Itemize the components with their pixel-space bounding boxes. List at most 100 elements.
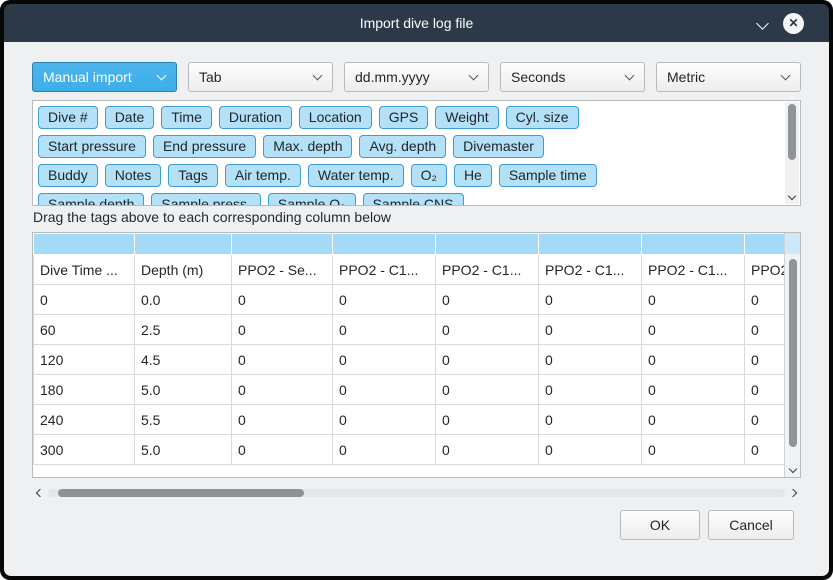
scroll-down-arrow-icon[interactable] <box>788 192 796 200</box>
combobox-value: dd.mm.yyyy <box>355 63 430 91</box>
import-source-combobox[interactable]: Manual import <box>32 62 177 92</box>
drag-tag[interactable]: Buddy <box>38 164 98 187</box>
table-cell: 0 <box>539 405 642 435</box>
drag-tag[interactable]: O₂ <box>411 164 447 187</box>
drag-tag[interactable]: Duration <box>219 106 292 129</box>
duration-format-combobox[interactable]: Seconds <box>500 62 645 92</box>
tag-row: Sample depth Sample press. Sample O₂ Sample… <box>38 193 781 205</box>
column-header: PPO2 - C1... <box>745 255 786 285</box>
drag-tag[interactable]: Max. depth <box>263 135 352 158</box>
table-cell: 0 <box>745 405 786 435</box>
scroll-right-arrow-icon[interactable] <box>789 489 797 497</box>
table-cell: 0 <box>539 435 642 465</box>
table-cell: 0 <box>745 375 786 405</box>
combobox-value: Metric <box>667 63 705 91</box>
table-vertical-scrollbar[interactable] <box>784 233 800 477</box>
scroll-down-arrow-icon[interactable] <box>789 465 797 473</box>
drag-tag[interactable]: He <box>454 164 492 187</box>
table-cell: 0 <box>436 285 539 315</box>
combobox-value: Tab <box>199 63 222 91</box>
drag-tag[interactable]: Sample O₂ <box>268 193 356 205</box>
table-cell: 0 <box>745 435 786 465</box>
tag-row: Start pressure End pressure Max. depth Avg.… <box>38 135 781 164</box>
scrollbar-thumb[interactable] <box>788 104 796 160</box>
column-drop-target[interactable] <box>333 234 436 255</box>
drag-tag[interactable]: Air temp. <box>225 164 301 187</box>
column-drop-target[interactable] <box>539 234 642 255</box>
header-row: Dive Time ...Depth (m)PPO2 - Se...PPO2 -… <box>34 255 786 285</box>
table-cell: 0.0 <box>135 285 232 315</box>
drag-tag[interactable]: Sample CNS <box>363 193 464 205</box>
scrollbar-thumb[interactable] <box>789 259 797 447</box>
table-cell: 0 <box>642 315 745 345</box>
date-format-combobox[interactable]: dd.mm.yyyy <box>344 62 489 92</box>
titlebar[interactable]: Import dive log file ✕ <box>4 4 829 42</box>
table-cell: 0 <box>436 405 539 435</box>
table-cell: 0 <box>745 285 786 315</box>
column-drop-target[interactable] <box>135 234 232 255</box>
tag-pool-rows: Dive # Date Time Duration Location GPS Weight C… <box>38 106 781 205</box>
table-cell: 120 <box>34 345 135 375</box>
table-cell: 0 <box>642 375 745 405</box>
drag-tag[interactable]: Date <box>105 106 155 129</box>
drag-tag[interactable]: Notes <box>105 164 162 187</box>
scroll-left-arrow-icon[interactable] <box>36 489 44 497</box>
dialog-body: Manual importTabdd.mm.yyyySecondsMetric … <box>4 42 829 576</box>
table-cell: 300 <box>34 435 135 465</box>
column-drop-target[interactable] <box>232 234 333 255</box>
table-cell: 0 <box>642 285 745 315</box>
column-header: PPO2 - C1... <box>642 255 745 285</box>
drag-tag[interactable]: Sample press. <box>151 193 260 205</box>
table-cell: 0 <box>436 345 539 375</box>
table-cell: 5.0 <box>135 375 232 405</box>
units-system-combobox[interactable]: Metric <box>656 62 801 92</box>
drag-tag[interactable]: Dive # <box>38 106 98 129</box>
window-title: Import dive log file <box>4 4 829 42</box>
drag-tag[interactable]: Divemaster <box>453 135 544 158</box>
drag-tag[interactable]: Avg. depth <box>359 135 446 158</box>
drag-tag[interactable]: GPS <box>379 106 429 129</box>
table-cell: 240 <box>34 405 135 435</box>
table-cell: 0 <box>232 285 333 315</box>
table-cell: 0 <box>642 435 745 465</box>
column-drop-target[interactable] <box>436 234 539 255</box>
column-drop-target[interactable] <box>642 234 745 255</box>
drag-tag[interactable]: Water temp. <box>308 164 404 187</box>
column-header: Depth (m) <box>135 255 232 285</box>
drag-tag[interactable]: Time <box>161 106 212 129</box>
tag-pool-vertical-scrollbar[interactable] <box>785 102 799 204</box>
column-header: PPO2 - C1... <box>333 255 436 285</box>
table-cell: 0 <box>539 285 642 315</box>
table-cell: 0 <box>436 435 539 465</box>
chevron-down-icon <box>625 71 635 81</box>
drag-tag[interactable]: Location <box>299 106 372 129</box>
table-cell: 0 <box>745 315 786 345</box>
column-drop-target[interactable] <box>34 234 135 255</box>
drag-tag[interactable]: End pressure <box>153 135 256 158</box>
column-header: PPO2 - Se... <box>232 255 333 285</box>
table-cell: 0 <box>436 375 539 405</box>
drag-tag[interactable]: Tags <box>168 164 218 187</box>
column-drop-target[interactable] <box>745 234 786 255</box>
table-cell: 5.0 <box>135 435 232 465</box>
table-row: 602.5000000 <box>34 315 786 345</box>
tag-row: Buddy Notes Tags Air temp. Water temp. O₂ He Sa… <box>38 164 781 193</box>
cancel-button[interactable]: Cancel <box>708 510 794 540</box>
tag-pool: Dive # Date Time Duration Location GPS Weight C… <box>32 100 801 206</box>
drag-tag[interactable]: Sample time <box>499 164 597 187</box>
scrollbar-thumb[interactable] <box>58 489 304 497</box>
table-row: 2405.5000000 <box>34 405 786 435</box>
table-row: 00.0000000 <box>34 285 786 315</box>
table-horizontal-scrollbar[interactable] <box>32 486 801 500</box>
drag-tag[interactable]: Start pressure <box>38 135 146 158</box>
drag-tag[interactable]: Cyl. size <box>506 106 579 129</box>
field-separator-combobox[interactable]: Tab <box>188 62 333 92</box>
chevron-down-icon <box>313 71 323 81</box>
table-cell: 0 <box>232 405 333 435</box>
import-preview-table: Dive Time ...Depth (m)PPO2 - Se...PPO2 -… <box>32 232 801 478</box>
close-icon[interactable]: ✕ <box>783 13 804 34</box>
table-cell: 0 <box>333 345 436 375</box>
drag-tag[interactable]: Weight <box>435 106 498 129</box>
ok-button[interactable]: OK <box>620 510 700 540</box>
drag-tag[interactable]: Sample depth <box>38 193 144 205</box>
